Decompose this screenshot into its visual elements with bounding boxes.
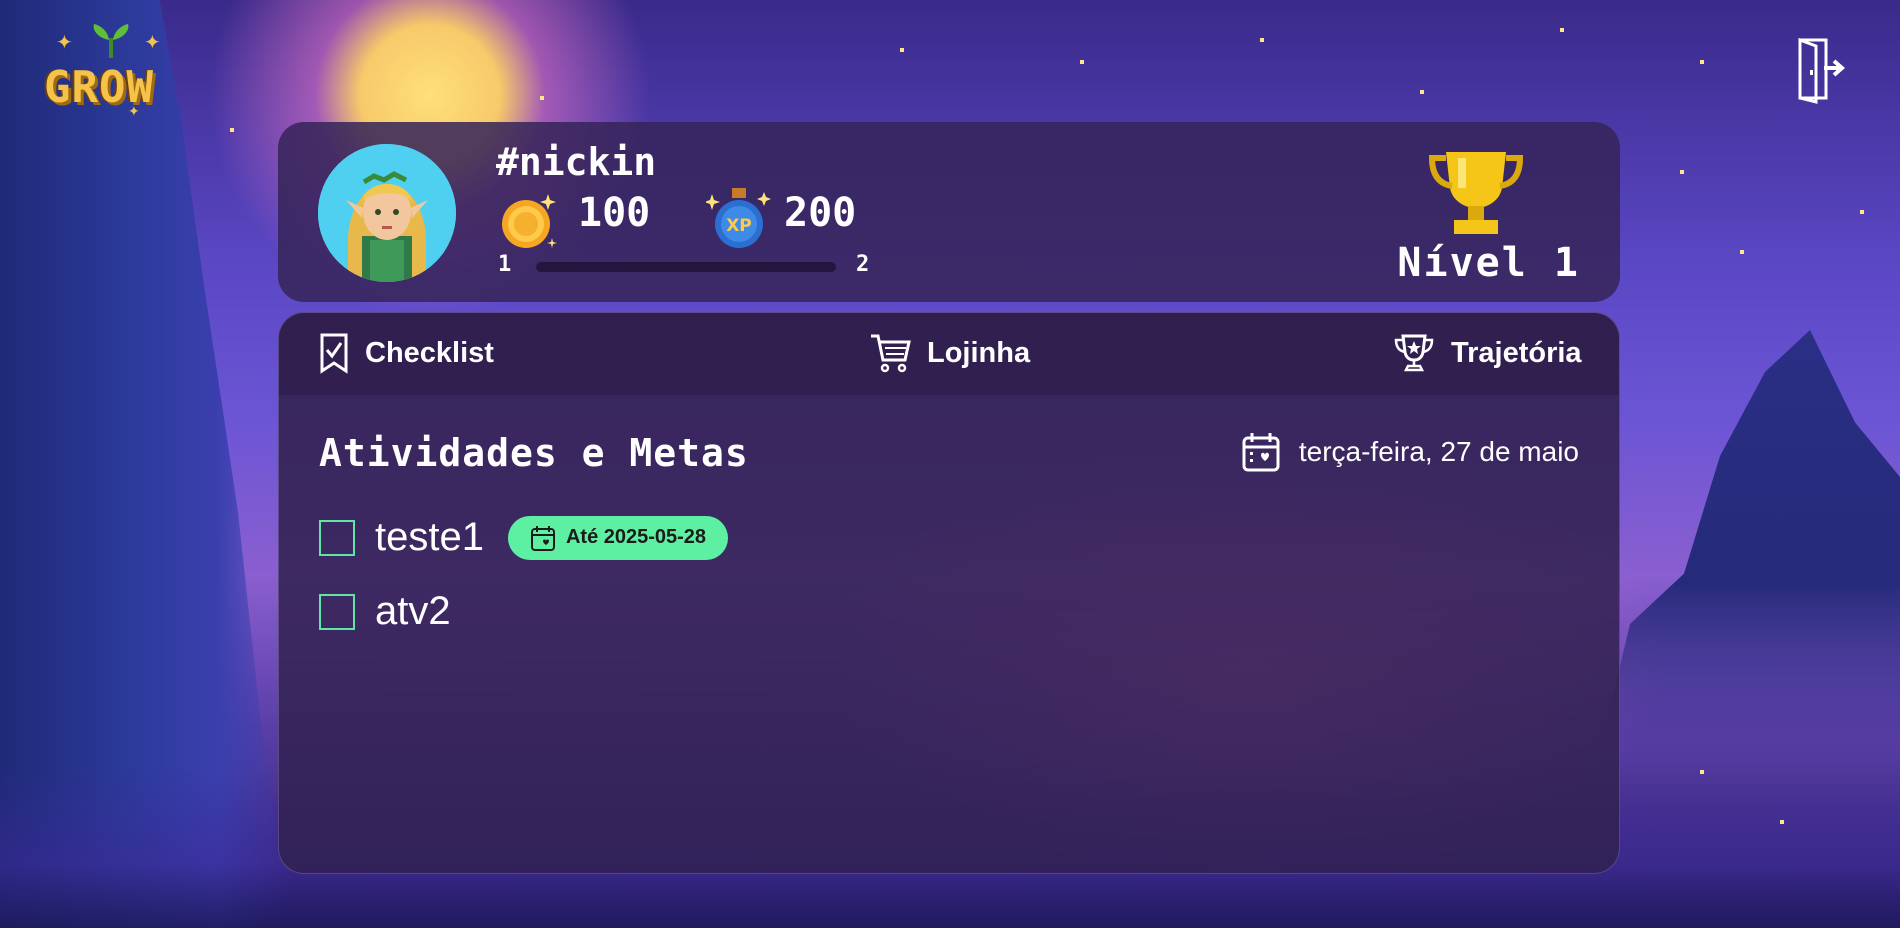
background-ridge [1600, 330, 1900, 750]
sprout-icon [93, 24, 129, 58]
task-checkbox[interactable] [319, 519, 355, 556]
xp-potion-icon: XP [706, 188, 771, 248]
task-label: atv2 [375, 589, 451, 633]
level-progress-bar [536, 262, 836, 272]
due-date-badge: Até 2025-05-28 [507, 515, 729, 560]
task-checkbox[interactable] [319, 593, 355, 630]
svg-text:XP: XP [726, 216, 752, 236]
trophy-icon [1428, 152, 1524, 234]
bookmark-check-icon [320, 333, 348, 374]
logo-text: GROW [44, 62, 154, 113]
coin-balance: 100 [578, 190, 651, 236]
due-date-label: Até 2025-05-28 [565, 526, 707, 548]
sparkle-icon: ✦ [144, 30, 161, 54]
level-label: Nível 1 [1397, 240, 1580, 286]
tab-trajetoria-label: Trajetória [1451, 336, 1582, 369]
tab-lojinha-label: Lojinha [927, 336, 1031, 369]
avatar[interactable] [318, 144, 456, 282]
calendar-heart-icon [1242, 433, 1280, 472]
current-date-label: terça-feira, 27 de maio [1298, 436, 1579, 467]
level-end-label: 2 [856, 252, 870, 277]
tab-bar: Checklist Lojinha Trajetória [279, 313, 1619, 395]
xp-balance: 200 [784, 190, 857, 236]
username: #nickin [496, 140, 657, 184]
profile-card: #nickin 100 XP 200 1 2 Nível 1 [278, 122, 1620, 302]
task-label: teste1 [375, 515, 484, 559]
main-panel: Checklist Lojinha Trajetória Atividades … [278, 312, 1620, 874]
task-item: teste1 Até 2025-05-28 [319, 515, 729, 560]
coin-icon [502, 194, 557, 248]
exit-door-icon [1798, 37, 1846, 104]
logout-button[interactable] [1796, 36, 1848, 104]
tab-trajetoria[interactable]: Trajetória [1393, 331, 1582, 375]
level-start-label: 1 [498, 252, 512, 277]
tab-checklist[interactable]: Checklist [319, 331, 494, 375]
sparkle-icon: ✦ [56, 30, 73, 54]
task-item: atv2 [319, 589, 451, 634]
section-title: Atividades e Metas [319, 431, 749, 475]
elf-avatar-icon [318, 144, 456, 282]
tab-lojinha[interactable]: Lojinha [869, 331, 1030, 375]
app-logo[interactable]: ✦ ✦ ✦ GROW [40, 24, 190, 124]
cart-icon [871, 334, 911, 373]
current-date: terça-feira, 27 de maio [1241, 431, 1579, 473]
tab-checklist-label: Checklist [365, 336, 494, 369]
trophy-star-icon [1394, 334, 1434, 372]
calendar-icon [530, 525, 555, 551]
